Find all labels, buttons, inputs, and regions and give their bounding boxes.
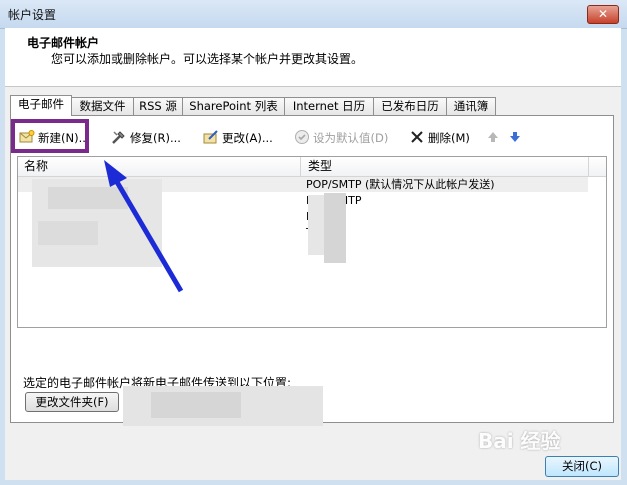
annotation-arrow — [104, 160, 184, 293]
tab-email[interactable]: 电子邮件 — [10, 95, 72, 116]
watermark: Bai 经验 — [478, 429, 561, 453]
